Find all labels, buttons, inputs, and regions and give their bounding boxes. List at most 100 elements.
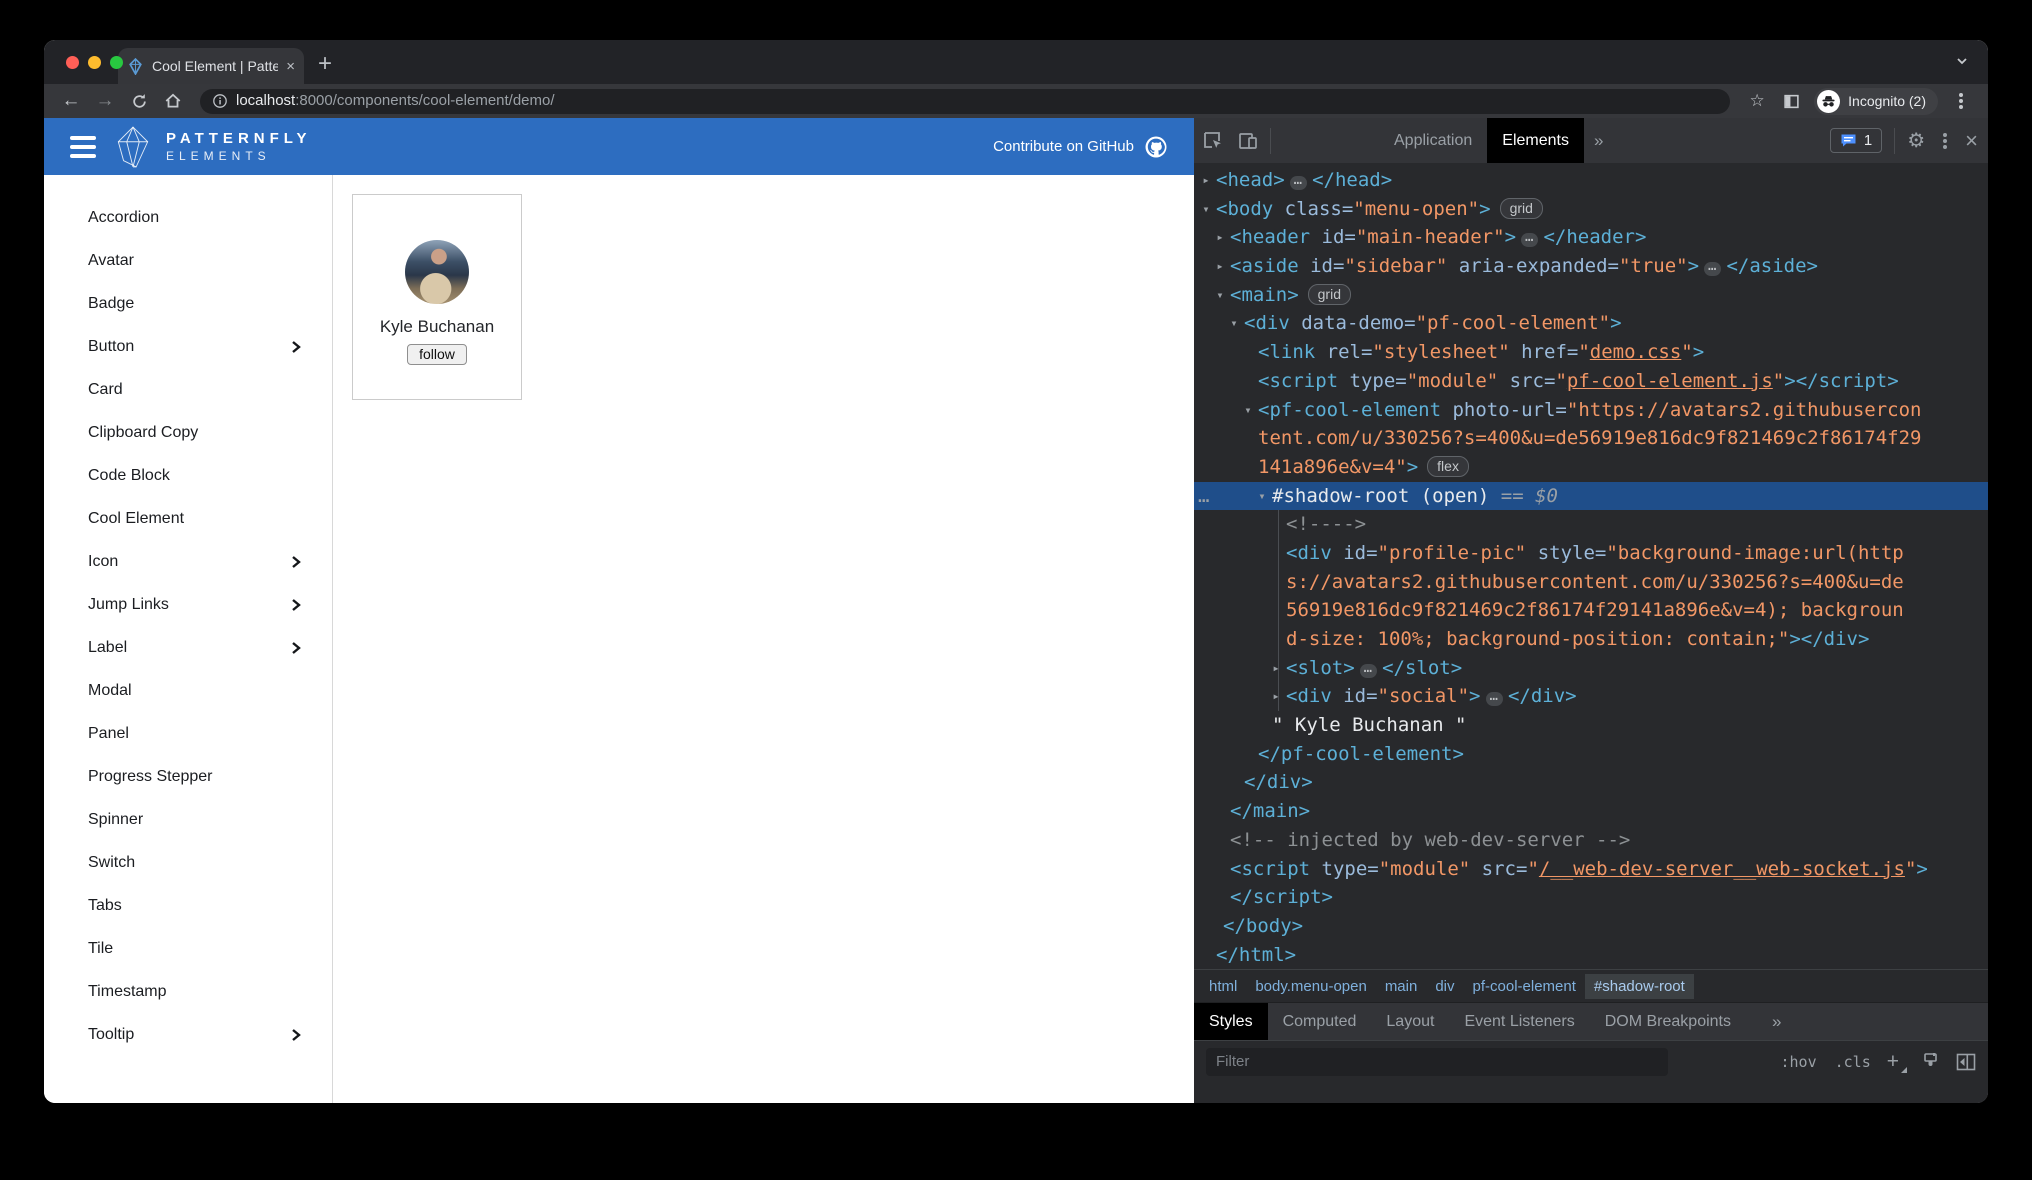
disclosure-triangle-icon[interactable]: ▸ — [1198, 166, 1214, 195]
sidebar-item-code-block[interactable]: Code Block — [44, 454, 332, 497]
devtools-menu-icon[interactable] — [1933, 118, 1957, 163]
dom-tree-row[interactable]: 56919e816dc9f821469c2f86174f29141a896e&v… — [1194, 596, 1988, 625]
dom-tree-row[interactable]: <link rel="stylesheet" href="demo.css"> — [1194, 338, 1988, 367]
dom-tree-row[interactable]: ▸<aside id="sidebar" aria-expanded="true… — [1194, 252, 1988, 281]
sidebar-item-cool-element[interactable]: Cool Element — [44, 497, 332, 540]
dom-tree-row[interactable]: ▸<head>…</head> — [1194, 166, 1988, 195]
inspect-element-icon[interactable] — [1194, 118, 1230, 163]
dom-tree-row[interactable]: ▸<slot>…</slot> — [1194, 654, 1988, 683]
layout-badge-flex[interactable]: flex — [1427, 456, 1469, 477]
dom-tree-row[interactable]: <script type="module" src="pf-cool-eleme… — [1194, 367, 1988, 396]
layout-badge-grid[interactable]: grid — [1308, 284, 1351, 305]
dom-tree-row[interactable]: 141a896e&v=4">flex — [1194, 453, 1988, 482]
dom-tree-row[interactable]: </div> — [1194, 768, 1988, 797]
panel-tab-layout[interactable]: Layout — [1371, 1003, 1449, 1041]
forward-icon[interactable]: → — [90, 87, 120, 115]
breadcrumb-item[interactable]: pf-cool-element — [1464, 974, 1585, 999]
dom-tree-row[interactable]: " Kyle Buchanan " — [1194, 711, 1988, 740]
breadcrumb-item[interactable]: body.menu-open — [1246, 974, 1375, 999]
rendering-emulation-icon[interactable] — [1921, 1052, 1940, 1071]
sidebar-item-jump-links[interactable]: Jump Links — [44, 583, 332, 626]
panel-tab-computed[interactable]: Computed — [1268, 1003, 1372, 1041]
more-panels-icon[interactable]: » — [1584, 131, 1613, 151]
expand-inline-icon[interactable]: … — [1290, 176, 1307, 190]
panel-tabs-more-icon[interactable]: » — [1760, 1012, 1793, 1032]
panel-tab-styles[interactable]: Styles — [1194, 1003, 1268, 1041]
tab-close-icon[interactable]: × — [286, 58, 295, 75]
home-icon[interactable] — [158, 87, 188, 115]
expand-inline-icon[interactable]: … — [1704, 262, 1721, 276]
browser-menu-icon[interactable] — [1946, 87, 1976, 115]
sidebar-item-timestamp[interactable]: Timestamp — [44, 970, 332, 1013]
sidebar-item-tooltip[interactable]: Tooltip — [44, 1013, 332, 1056]
sidebar-item-tabs[interactable]: Tabs — [44, 884, 332, 927]
dom-tree-row[interactable]: <div id="profile-pic" style="background-… — [1194, 539, 1988, 568]
disclosure-triangle-icon[interactable]: ▸ — [1212, 252, 1228, 281]
dom-tree-row[interactable]: ▾<pf-cool-element photo-url="https://ava… — [1194, 396, 1988, 425]
breadcrumb-item[interactable]: #shadow-root — [1585, 974, 1694, 999]
new-style-rule-icon[interactable]: + — [1887, 1050, 1905, 1074]
sidebar-item-label[interactable]: Label — [44, 626, 332, 669]
site-info-icon[interactable] — [212, 93, 228, 109]
dom-tree-row[interactable]: …▾#shadow-root (open) == $0 — [1194, 482, 1988, 511]
follow-button[interactable]: follow — [407, 344, 467, 365]
device-toolbar-icon[interactable] — [1230, 118, 1266, 163]
site-brand[interactable]: PATTERNFLY ELEMENTS — [112, 125, 312, 169]
back-icon[interactable]: ← — [56, 87, 86, 115]
dom-tree-row[interactable]: </html> — [1194, 941, 1988, 969]
panel-tab-event-listeners[interactable]: Event Listeners — [1449, 1003, 1589, 1041]
dom-tree-row[interactable]: <!----> — [1194, 510, 1988, 539]
dom-tree-row[interactable]: tent.com/u/330256?s=400&u=de56919e816dc9… — [1194, 424, 1988, 453]
side-panel-icon[interactable] — [1776, 87, 1806, 115]
row-menu-icon[interactable]: … — [1198, 482, 1209, 511]
tab-search-chevron-icon[interactable] — [1954, 53, 1970, 69]
bookmark-star-icon[interactable]: ☆ — [1742, 87, 1772, 115]
disclosure-triangle-icon[interactable]: ▾ — [1254, 482, 1270, 511]
dom-tree-row[interactable]: ▾<main>grid — [1194, 281, 1988, 310]
style-toggle-cls[interactable]: .cls — [1835, 1053, 1871, 1071]
disclosure-triangle-icon[interactable]: ▾ — [1226, 309, 1242, 338]
sidebar-item-modal[interactable]: Modal — [44, 669, 332, 712]
menu-hamburger-icon[interactable] — [70, 136, 96, 158]
dom-tree-row[interactable]: ▸<div id="social">…</div> — [1194, 682, 1988, 711]
breadcrumb-item[interactable]: main — [1376, 974, 1427, 999]
devtools-tab-application[interactable]: Application — [1379, 118, 1487, 163]
dom-tree-row[interactable]: ▾<body class="menu-open">grid — [1194, 195, 1988, 224]
dom-tree-row[interactable]: s://avatars2.githubusercontent.com/u/330… — [1194, 568, 1988, 597]
sidebar-item-button[interactable]: Button — [44, 325, 332, 368]
devtools-tab-elements[interactable]: Elements — [1487, 118, 1584, 163]
sidebar-item-badge[interactable]: Badge — [44, 282, 332, 325]
dom-tree-row[interactable]: <!-- injected by web-dev-server --> — [1194, 826, 1988, 855]
new-tab-button[interactable]: + — [318, 52, 332, 76]
dom-tree-row[interactable]: ▸<header id="main-header">…</header> — [1194, 223, 1988, 252]
dom-tree-row[interactable]: d-size: 100%; background-position: conta… — [1194, 625, 1988, 654]
dock-side-icon[interactable] — [1956, 1053, 1976, 1071]
expand-inline-icon[interactable]: … — [1486, 692, 1503, 706]
disclosure-triangle-icon[interactable]: ▸ — [1268, 682, 1284, 711]
minimize-window-button[interactable] — [88, 56, 101, 69]
close-window-button[interactable] — [66, 56, 79, 69]
dom-tree-row[interactable]: <script type="module" src="/__web-dev-se… — [1194, 855, 1988, 884]
breadcrumb-item[interactable]: html — [1200, 974, 1246, 999]
disclosure-triangle-icon[interactable]: ▾ — [1212, 281, 1228, 310]
zoom-window-button[interactable] — [110, 56, 123, 69]
dom-tree-row[interactable]: ▾<div data-demo="pf-cool-element"> — [1194, 309, 1988, 338]
dom-tree-row[interactable]: </main> — [1194, 797, 1988, 826]
sidebar-item-icon[interactable]: Icon — [44, 540, 332, 583]
disclosure-triangle-icon[interactable]: ▾ — [1240, 396, 1256, 425]
disclosure-triangle-icon[interactable]: ▸ — [1268, 654, 1284, 683]
style-toggle-hov[interactable]: :hov — [1780, 1053, 1816, 1071]
sidebar-item-panel[interactable]: Panel — [44, 712, 332, 755]
dom-tree-row[interactable]: </script> — [1194, 883, 1988, 912]
sidebar-item-avatar[interactable]: Avatar — [44, 239, 332, 282]
styles-filter-input[interactable]: Filter — [1206, 1048, 1668, 1076]
panel-tab-dom-breakpoints[interactable]: DOM Breakpoints — [1590, 1003, 1746, 1041]
sidebar-item-spinner[interactable]: Spinner — [44, 798, 332, 841]
sidebar-item-tile[interactable]: Tile — [44, 927, 332, 970]
console-messages-badge[interactable]: 1 — [1830, 128, 1882, 153]
dom-tree-row[interactable]: </body> — [1194, 912, 1988, 941]
profile-badge[interactable]: Incognito (2) — [1814, 88, 1938, 115]
sidebar-item-accordion[interactable]: Accordion — [44, 196, 332, 239]
sidebar-item-card[interactable]: Card — [44, 368, 332, 411]
breadcrumb-item[interactable]: div — [1426, 974, 1463, 999]
